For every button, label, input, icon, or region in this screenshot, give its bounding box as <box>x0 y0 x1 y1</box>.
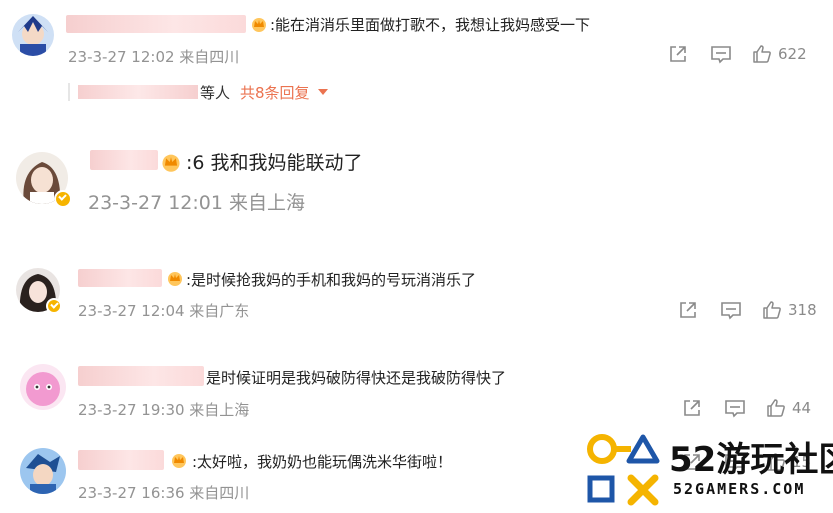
comment-text: :太好啦，我奶奶也能玩偶洗米华街啦！ <box>192 453 453 471</box>
thumb-up-icon <box>753 45 771 63</box>
vip-crown-icon <box>168 272 182 286</box>
watermark-logo-icon <box>587 434 660 506</box>
comment-text: :是时候抢我妈的手机和我妈的号玩消消乐了 <box>186 271 477 289</box>
username-redacted[interactable] <box>78 366 204 386</box>
watermark-brand: 52游玩社区 <box>669 440 833 480</box>
comment-item: :是时候抢我妈的手机和我妈的号玩消消乐了 23-3-27 12:04 来自广东 … <box>0 260 833 340</box>
chevron-down-icon[interactable] <box>317 89 328 95</box>
comment-text: :能在消消乐里面做打歌不，我想让我妈感受一下 <box>270 16 591 34</box>
comment-icon[interactable] <box>724 398 746 418</box>
like-count: 318 <box>788 301 817 319</box>
more-replies-link[interactable]: 共8条回复 <box>240 82 310 103</box>
username-redacted[interactable] <box>90 150 158 170</box>
comment-meta: 23-3-27 12:04 来自广东 <box>78 302 250 320</box>
share-icon[interactable] <box>682 398 702 418</box>
vip-crown-icon <box>172 454 186 468</box>
like-count: 44 <box>792 399 812 417</box>
avatar[interactable] <box>12 14 54 56</box>
comment-text: :6 我和我妈能联动了 <box>186 152 363 174</box>
comment-item: :能在消消乐里面做打歌不，我想让我妈感受一下 23-3-27 12:02 来自四… <box>0 0 833 110</box>
comment-text: 是时候证明是我妈破防得快还是我破防得快了 <box>206 369 507 387</box>
username-redacted[interactable] <box>66 15 246 33</box>
comment-meta: 23-3-27 16:36 来自四川 <box>78 484 250 502</box>
vip-crown-icon <box>162 154 180 172</box>
watermark-domain: 52GAMERS.COM <box>673 480 806 498</box>
share-icon[interactable] <box>678 300 698 320</box>
verified-badge-icon <box>46 298 62 314</box>
comment-icon[interactable] <box>710 44 732 64</box>
username-redacted[interactable] <box>78 269 162 287</box>
avatar[interactable] <box>20 448 66 494</box>
avatar[interactable] <box>20 364 66 410</box>
reply-users-suffix: 等人 <box>200 83 231 102</box>
reply-preview[interactable]: 等人 共8条回复 <box>68 82 328 102</box>
like-button[interactable]: 318 <box>762 300 817 320</box>
like-count: 622 <box>778 45 807 63</box>
comment-meta: 23-3-27 12:01 来自上海 <box>88 192 305 214</box>
share-icon[interactable] <box>668 44 688 64</box>
comment-item: 是时候证明是我妈破防得快还是我破防得快了 23-3-27 19:30 来自上海 … <box>0 356 833 426</box>
comment-meta: 23-3-27 12:02 来自四川 <box>68 48 240 66</box>
like-button[interactable]: 622 <box>752 44 807 64</box>
reply-users-redacted <box>78 85 198 99</box>
thumb-up-icon <box>767 399 785 417</box>
username-redacted[interactable] <box>78 450 164 470</box>
comment-item: :6 我和我妈能联动了 23-3-27 12:01 来自上海 <box>0 130 833 240</box>
vip-crown-icon <box>252 18 266 32</box>
comment-icon[interactable] <box>720 300 742 320</box>
site-watermark: 52游玩社区 52GAMERS.COM <box>585 428 833 513</box>
comment-meta: 23-3-27 19:30 来自上海 <box>78 401 250 419</box>
like-button[interactable]: 44 <box>766 398 811 418</box>
reply-divider <box>68 83 70 101</box>
thumb-up-icon <box>763 301 781 319</box>
verified-badge-icon <box>54 190 72 208</box>
